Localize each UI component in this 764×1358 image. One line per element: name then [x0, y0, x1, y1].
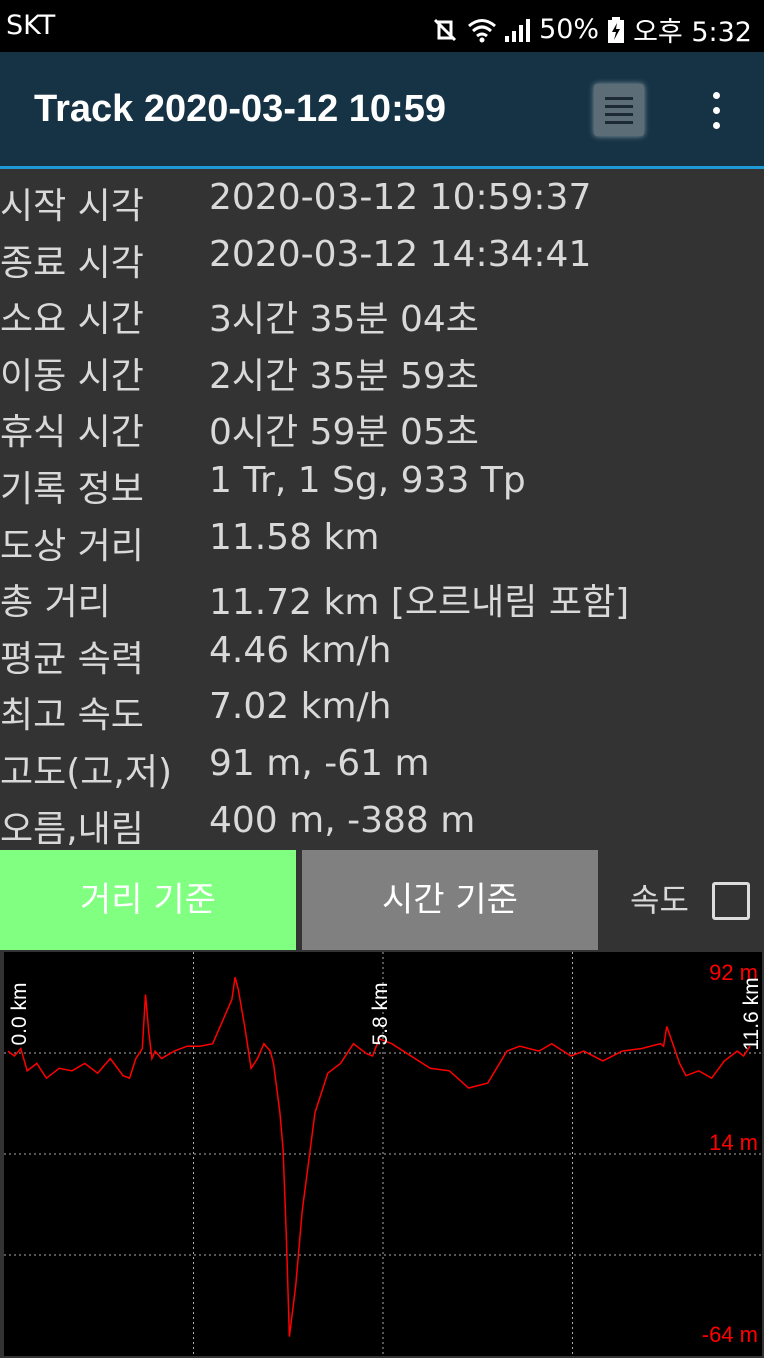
stat-value: 1 Tr, 1 Sg, 933 Tp — [209, 459, 526, 501]
stat-value: 0시간 59분 05초 — [209, 412, 479, 454]
stat-label: 총 거리 — [0, 582, 111, 624]
stat-label: 시작 시각 — [0, 186, 144, 227]
clock: 오후 5:32 — [633, 17, 752, 48]
list-icon[interactable] — [594, 84, 644, 136]
stat-value: 11.58 km — [209, 516, 380, 558]
status-bar: SKT 50% 오후 5:32 — [0, 0, 764, 52]
signal-icon — [503, 16, 531, 44]
stat-row: 휴식 시간 0시간 59분 05초 — [0, 396, 764, 453]
x-tick-label: 5.8 km — [369, 982, 392, 1045]
stat-row: 이동 시간 2시간 35분 59초 — [0, 340, 764, 397]
page-title: Track 2020-03-12 10:59 — [34, 88, 446, 130]
stat-label: 최고 속도 — [0, 695, 144, 737]
stat-label: 평균 속력 — [0, 638, 144, 680]
stat-value: 91 m, -61 m — [209, 742, 430, 784]
wifi-icon — [467, 16, 497, 44]
stat-row: 최고 속도 7.02 km/h — [0, 679, 764, 736]
stat-value: 2020-03-12 14:34:41 — [209, 233, 592, 275]
tab-time[interactable]: 시간 기준 — [302, 850, 598, 950]
app-bar: Track 2020-03-12 10:59 — [0, 52, 764, 169]
stat-row: 오름,내림 400 m, -388 m — [0, 793, 764, 850]
status-icons: 50% 오후 5:32 — [431, 10, 752, 49]
battery-percent: 50% — [539, 14, 600, 45]
stat-label: 종료 시각 — [0, 242, 144, 284]
x-tick-label: 11.6 km — [740, 977, 762, 1050]
stat-row: 기록 정보 1 Tr, 1 Sg, 933 Tp — [0, 453, 764, 510]
stat-row: 시작 시각 2020-03-12 10:59:37 — [0, 170, 764, 227]
y-tick-label: -64 m — [702, 1322, 758, 1347]
stat-value: 11.72 km [오르내림 포함] — [209, 582, 630, 624]
track-stats: 시작 시각 2020-03-12 10:59:37 종료 시각 2020-03-12… — [0, 170, 764, 850]
stat-value: 2020-03-12 10:59:37 — [209, 177, 592, 218]
mute-vibrate-icon — [431, 16, 459, 44]
stat-label: 소요 시간 — [0, 299, 144, 341]
elevation-chart-svg: 92 m14 m-64 m0.0 km 5.8 km 11.6 km — [4, 952, 762, 1356]
y-tick-label: 14 m — [709, 1130, 758, 1155]
more-vert-icon[interactable] — [700, 92, 734, 132]
tab-distance[interactable]: 거리 기준 — [0, 850, 296, 950]
elevation-chart: 92 m 14 m -64 m 0.0 km 5.8 km 11.6 km — [4, 952, 762, 1356]
stat-value: 4.46 km/h — [209, 629, 392, 671]
stat-value: 7.02 km/h — [209, 686, 392, 728]
stat-value: 400 m, -388 m — [209, 799, 476, 841]
chart-mode-tabs: 거리 기준 시간 기준 속도 — [0, 850, 764, 950]
stat-label: 도상 거리 — [0, 525, 144, 567]
x-tick-label: 0.0 km — [8, 982, 31, 1045]
stat-label: 기록 정보 — [0, 468, 144, 510]
stat-label: 오름,내림 — [0, 808, 144, 850]
stat-label: 고도(고,저) — [0, 751, 173, 793]
stat-row: 소요 시간 3시간 35분 04초 — [0, 283, 764, 340]
stat-row: 평균 속력 4.46 km/h — [0, 623, 764, 680]
stat-value: 2시간 35분 59초 — [209, 355, 479, 397]
stat-value: 3시간 35분 04초 — [209, 299, 479, 341]
speed-label: 속도 — [630, 881, 689, 919]
stat-label: 휴식 시간 — [0, 412, 144, 454]
stat-row: 고도(고,저) 91 m, -61 m — [0, 736, 764, 793]
speed-checkbox[interactable] — [712, 882, 750, 920]
stat-label: 이동 시간 — [0, 355, 144, 397]
carrier-label: SKT — [6, 10, 56, 41]
battery-icon — [607, 16, 625, 44]
stat-row: 종료 시각 2020-03-12 14:34:41 — [0, 227, 764, 284]
stat-row: 도상 거리 11.58 km — [0, 510, 764, 567]
stat-row: 총 거리 11.72 km [오르내림 포함] — [0, 566, 764, 623]
